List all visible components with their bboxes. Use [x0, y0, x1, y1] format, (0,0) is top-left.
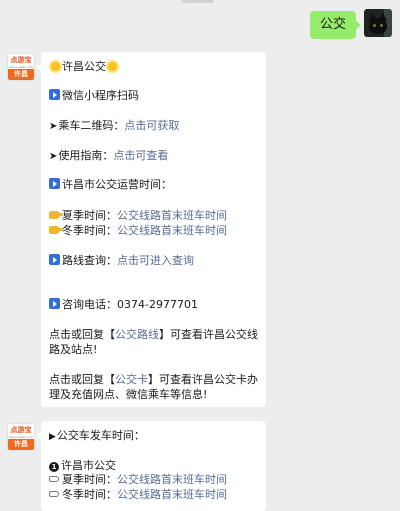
city-label: 许昌市公交: [61, 459, 116, 472]
summer-link-2[interactable]: 公交线路首末班车时间: [117, 473, 227, 486]
hours-heading-row: 许昌市公交运营时间：: [49, 177, 260, 192]
card-keyword-link[interactable]: 公交卡: [115, 373, 148, 386]
winter-link-2[interactable]: 公交线路首末班车时间: [117, 488, 227, 501]
user-avatar[interactable]: [364, 9, 392, 37]
winter-link[interactable]: 公交线路首末班车时间: [117, 224, 227, 237]
reply-bubble-2: ▶公交车发车时间： 1 许昌市公交 夏季时间：公交线路首末班车时间 冬季时间：公交…: [36, 421, 266, 511]
arrow-right-icon: ➤: [49, 151, 58, 162]
pointing-hand-icon: [49, 491, 59, 497]
phone-row: 咨询电话：0374-2977701: [49, 297, 260, 312]
play-square-icon: [49, 298, 60, 309]
qr-label: 乘车二维码：: [58, 119, 125, 132]
reply-keyword-card: 点击或回复【公交卡】可查看许昌公交卡办理及充值网点、微信乘车等信息!: [49, 372, 260, 402]
pointing-hand-icon: [49, 211, 63, 219]
circled-one-icon: 1: [49, 462, 59, 472]
outgoing-message: 公交: [309, 9, 392, 39]
wechat-scan-text: 微信小程序扫码: [62, 89, 139, 102]
reply-a-prefix: 点击或回复【: [49, 328, 115, 341]
pointing-hand-icon: [49, 476, 59, 482]
reply1-title: 许昌公交: [62, 60, 106, 73]
route-keyword-link[interactable]: 公交路线: [115, 328, 159, 341]
arrow-right-icon: ➤: [49, 121, 58, 132]
route-link[interactable]: 点击可进入查询: [117, 254, 194, 267]
qr-row: ➤乘车二维码：点击可获取: [49, 118, 260, 134]
summer-row: 夏季时间：公交线路首末班车时间: [49, 208, 260, 223]
reply-keyword-route: 点击或回复【公交路线】可查看许昌公交线路及站点!: [49, 327, 260, 357]
avatar-city-label: 许昌: [8, 439, 34, 450]
avatar-logo-text: 点游宝: [10, 426, 32, 434]
summer-label: 夏季时间：: [62, 209, 117, 222]
departure-heading-row: ▶公交车发车时间：: [49, 428, 260, 445]
winter-row-2: 冬季时间：公交线路首末班车时间: [49, 487, 260, 502]
summer-link[interactable]: 公交线路首末班车时间: [117, 209, 227, 222]
winter-label-2: 冬季时间：: [62, 488, 117, 501]
winter-row: 冬季时间：公交线路首末班车时间: [49, 223, 260, 238]
outgoing-bubble[interactable]: 公交: [309, 11, 362, 39]
winter-label: 冬季时间：: [62, 224, 117, 237]
wechat-scan-row: 微信小程序扫码: [49, 88, 260, 103]
guide-row: ➤使用指南：点击可查看: [49, 148, 260, 164]
route-row: 路线查询：点击可进入查询: [49, 253, 260, 268]
departure-heading: 公交车发车时间：: [56, 429, 145, 442]
summer-row-2: 夏季时间：公交线路首末班车时间: [49, 472, 260, 487]
city-row: 1 许昌市公交: [49, 458, 260, 473]
hours-heading: 许昌市公交运营时间：: [62, 178, 172, 191]
play-square-icon: [49, 178, 60, 189]
reply-b-prefix: 点击或回复【: [49, 373, 115, 386]
route-label: 路线查询：: [62, 254, 117, 267]
avatar-city-label: 许昌: [8, 69, 34, 80]
top-handle: [182, 0, 214, 3]
bot-avatar[interactable]: 点游宝 dianyoubao.com 许昌: [7, 423, 35, 451]
sun-icon: [108, 62, 117, 71]
reply1-title-row: 许昌公交: [49, 59, 260, 74]
bot-avatar[interactable]: 点游宝 dianyoubao.com 许昌: [7, 53, 35, 81]
summer-label-2: 夏季时间：: [62, 473, 117, 486]
phone-text[interactable]: 咨询电话：0374-2977701: [62, 298, 198, 311]
play-triangle-icon: ▶: [49, 432, 56, 442]
sun-icon: [51, 62, 60, 71]
guide-label: 使用指南：: [58, 149, 114, 162]
reply-bubble-1: 许昌公交 微信小程序扫码 ➤乘车二维码：点击可获取 ➤使用指南：点击可查看 许昌…: [36, 52, 266, 407]
avatar-logo-text: 点游宝: [10, 56, 32, 64]
play-square-icon: [49, 89, 60, 100]
guide-link[interactable]: 点击可查看: [113, 149, 168, 162]
play-square-icon: [49, 254, 60, 265]
qr-link[interactable]: 点击可获取: [124, 119, 179, 132]
pointing-hand-icon: [49, 226, 63, 234]
